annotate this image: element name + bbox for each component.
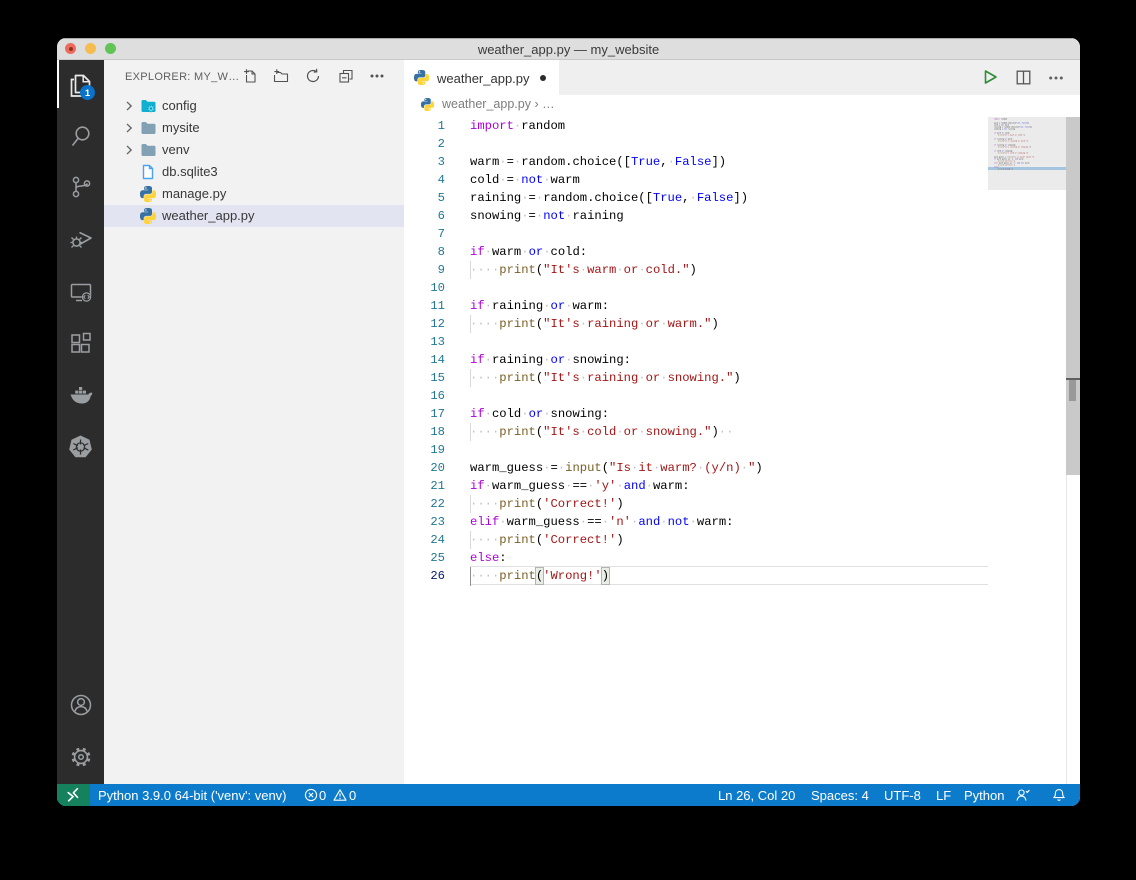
svg-text:1: 1 [84, 88, 90, 99]
